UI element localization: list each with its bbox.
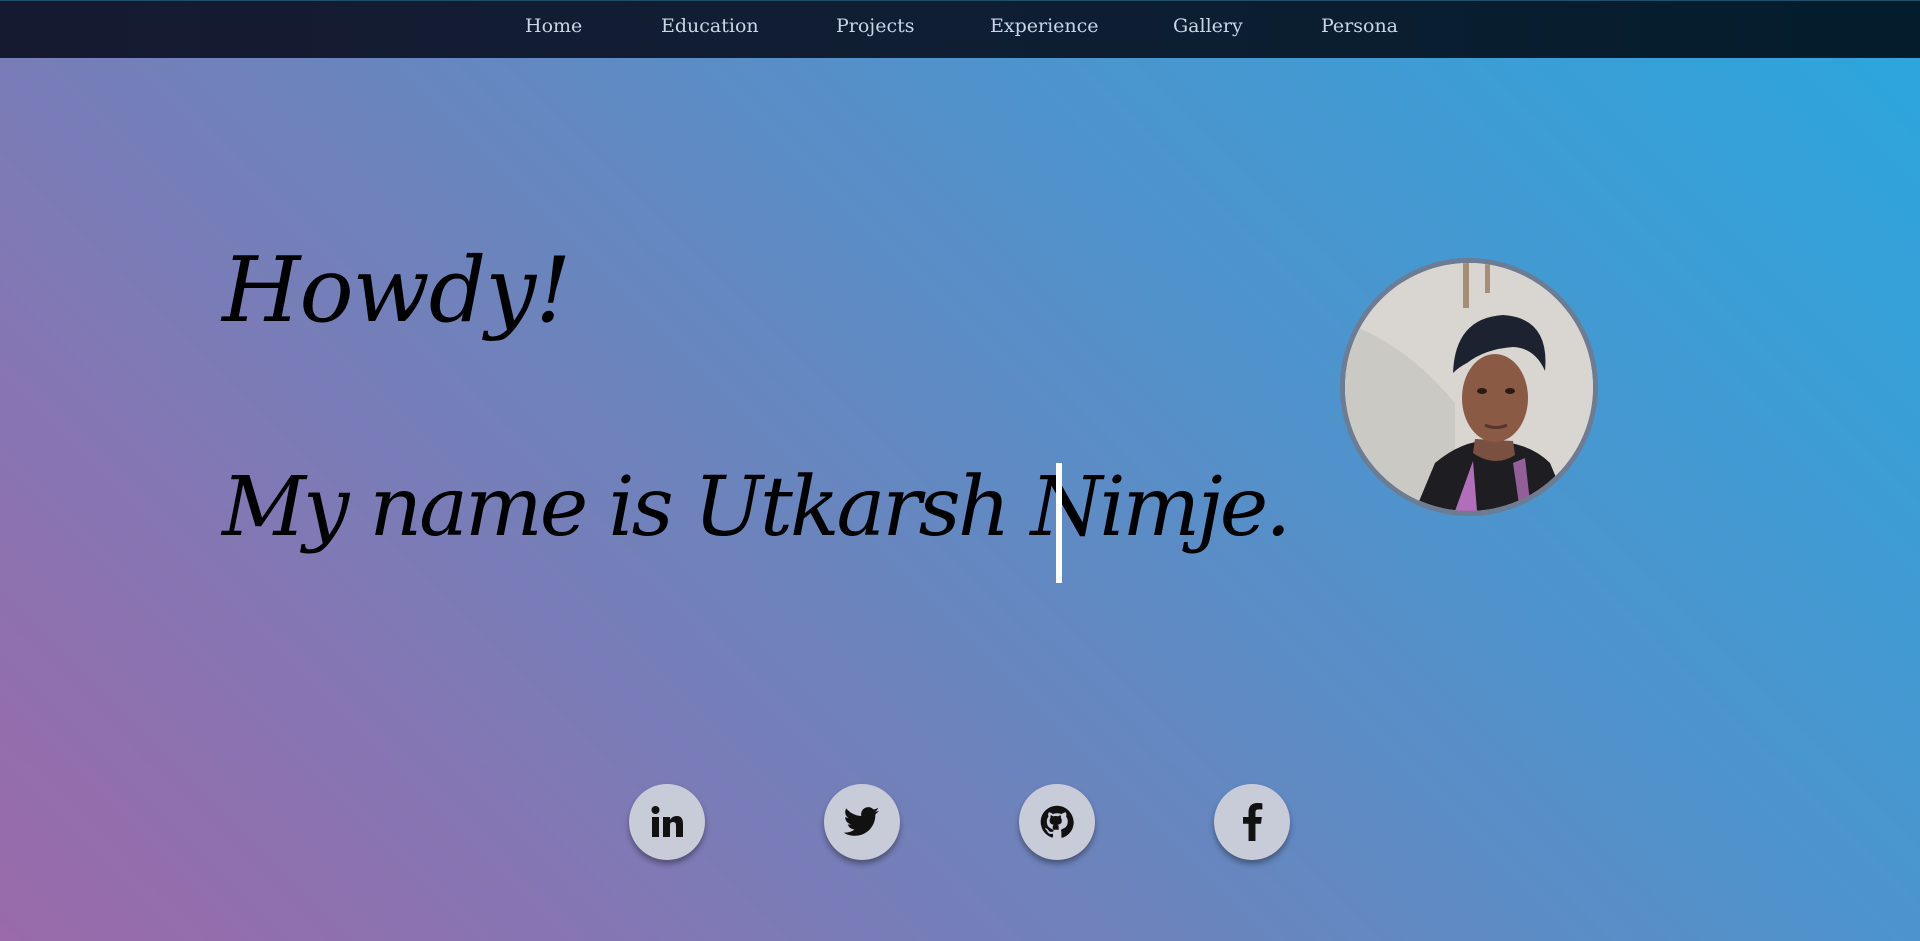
linkedin-button[interactable] [629, 784, 705, 860]
linkedin-icon [649, 804, 685, 840]
nav-home[interactable]: Home [525, 15, 582, 37]
nav-gallery[interactable]: Gallery [1173, 15, 1243, 37]
twitter-icon [844, 806, 880, 838]
nav-experience[interactable]: Experience [990, 15, 1099, 37]
nav-education[interactable]: Education [661, 15, 759, 37]
github-icon [1040, 805, 1074, 839]
github-button[interactable] [1019, 784, 1095, 860]
greeting-heading: Howdy! [222, 238, 571, 343]
nav-persona[interactable]: Persona [1321, 15, 1398, 37]
top-navbar: Home Education Projects Experience Galle… [0, 0, 1920, 58]
facebook-icon [1241, 803, 1263, 841]
profile-avatar [1340, 258, 1598, 516]
typing-cursor [1056, 463, 1062, 583]
twitter-button[interactable] [824, 784, 900, 860]
nav-projects[interactable]: Projects [836, 15, 914, 37]
intro-text: My name is Utkarsh Nimje. [222, 460, 1291, 555]
facebook-button[interactable] [1214, 784, 1290, 860]
